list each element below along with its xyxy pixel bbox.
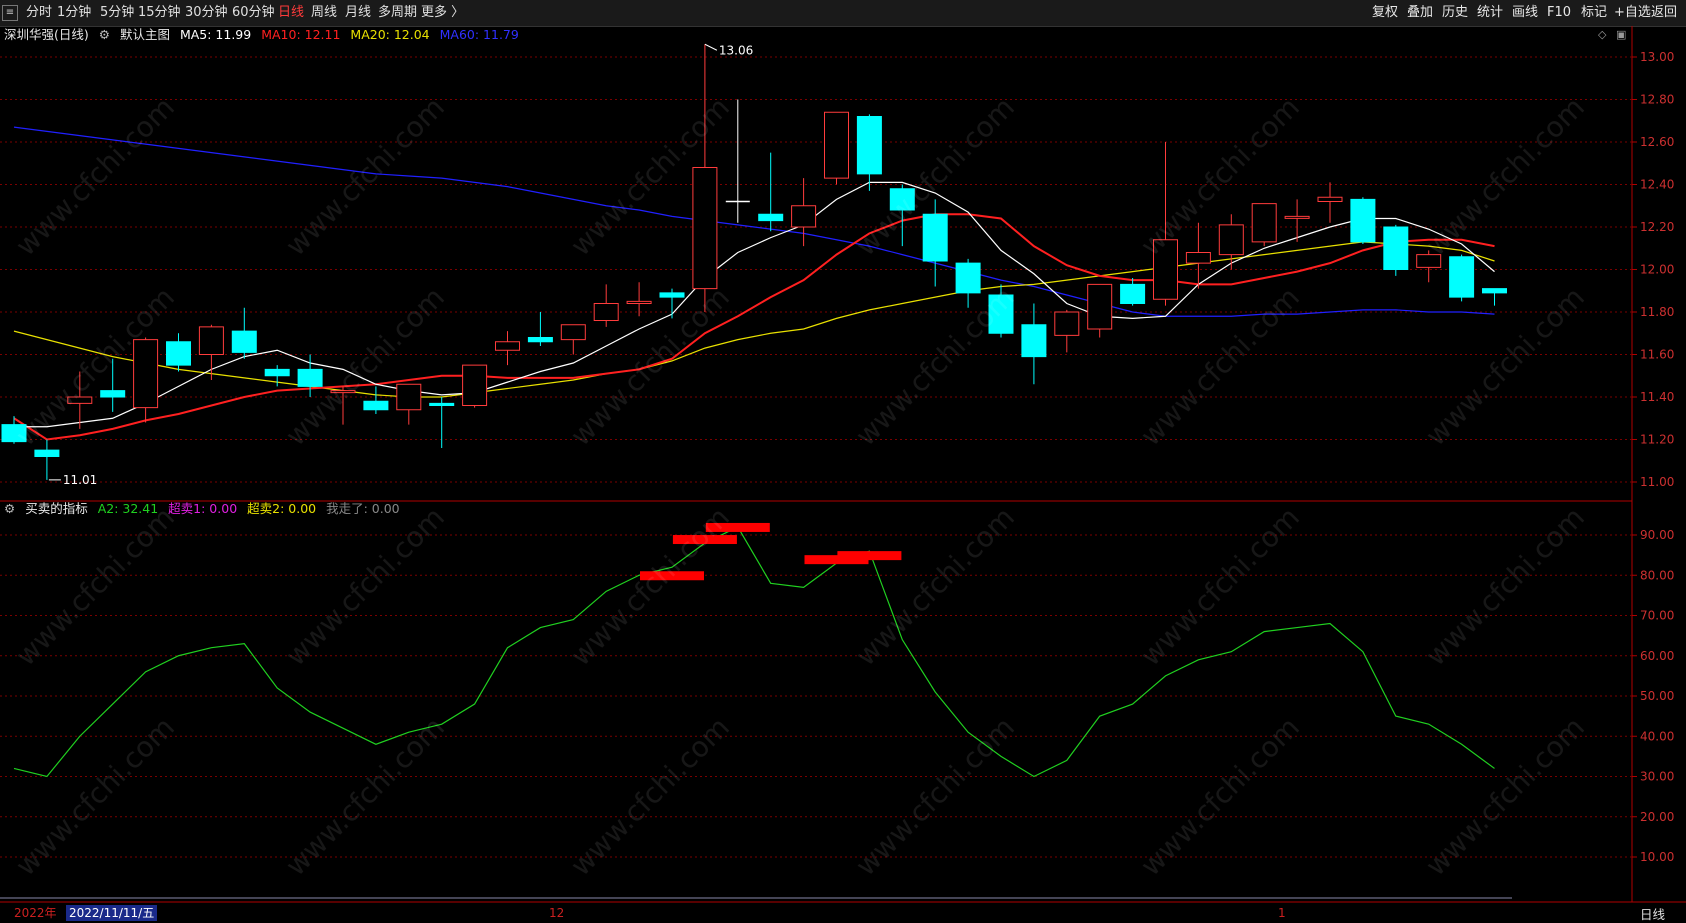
candle-body (363, 400, 389, 411)
y-tick-label: 20.00 (1640, 810, 1674, 824)
candle-body (1218, 224, 1244, 256)
candle-body (495, 341, 520, 351)
candle-body (100, 390, 126, 398)
candle-body (922, 213, 948, 262)
y-tick-label: 90.00 (1640, 528, 1674, 542)
y-tick-label: 50.00 (1640, 689, 1674, 703)
candle-body (166, 341, 191, 366)
candle-body (791, 205, 817, 228)
month-label-12: 12 (549, 906, 565, 920)
candle-body (1350, 198, 1376, 243)
candle-body (264, 368, 290, 377)
period-status-label: 日线 (1640, 907, 1666, 922)
y-tick-label: 80.00 (1640, 568, 1674, 582)
candle-body (1482, 288, 1507, 294)
candle-body (429, 402, 455, 406)
candle-body (1284, 215, 1310, 219)
candle-body (133, 339, 159, 409)
candle-body (560, 324, 586, 341)
y-tick-label: 11.20 (1640, 433, 1674, 447)
candle-body (758, 213, 784, 222)
high-label: 13.06 (719, 43, 753, 57)
candle-body (1383, 226, 1409, 270)
y-tick-label: 70.00 (1640, 609, 1674, 623)
y-tick-label: 12.00 (1640, 263, 1674, 277)
cursor-date: 2022/11/11/五 (66, 905, 158, 921)
y-tick-label: 11.60 (1640, 348, 1674, 362)
candle-body (34, 449, 60, 457)
candle-body (955, 262, 981, 294)
y-tick-label: 12.40 (1640, 178, 1674, 192)
candle-body (824, 111, 849, 179)
y-tick-label: 11.00 (1640, 475, 1674, 489)
candle-body (1120, 283, 1146, 304)
candle-body (1449, 256, 1475, 298)
candle-body (297, 368, 323, 387)
high-marker (704, 43, 718, 51)
candle-body (1317, 196, 1343, 202)
candle-body (462, 364, 488, 406)
y-tick-label: 40.00 (1640, 729, 1674, 743)
y-tick-label: 11.40 (1640, 390, 1674, 404)
candle-body (1185, 252, 1211, 264)
y-tick-label: 60.00 (1640, 649, 1674, 663)
y-tick-label: 12.60 (1640, 135, 1674, 149)
y-tick-label: 10.00 (1640, 850, 1674, 864)
candle-body (1087, 283, 1113, 330)
y-tick-label: 30.00 (1640, 770, 1674, 784)
signal-bar (837, 551, 902, 561)
y-tick-label: 13.00 (1640, 50, 1674, 64)
candle-body (527, 337, 553, 343)
y-tick-label: 12.20 (1640, 220, 1674, 234)
chart-canvas[interactable]: 13.00 12.80 12.60 12.40 12.20 12.00 11.80 11.60… (0, 0, 1686, 922)
candle-body (1021, 324, 1047, 358)
candle-body (198, 326, 224, 355)
year-label: 2022年 (14, 906, 57, 920)
candle-body (692, 167, 718, 290)
month-label-1: 1 (1278, 906, 1286, 920)
low-label: 11.01 (63, 473, 97, 487)
y-tick-label: 12.80 (1640, 93, 1674, 107)
candle-body (396, 383, 422, 411)
y-tick-label: 11.80 (1640, 305, 1674, 319)
candle-body (626, 300, 652, 304)
candle-body (856, 116, 882, 175)
candle-body (593, 303, 619, 321)
candle-body (231, 330, 257, 353)
candle-body (1054, 311, 1080, 336)
candle-body (1251, 203, 1277, 243)
candle-body (659, 292, 685, 298)
